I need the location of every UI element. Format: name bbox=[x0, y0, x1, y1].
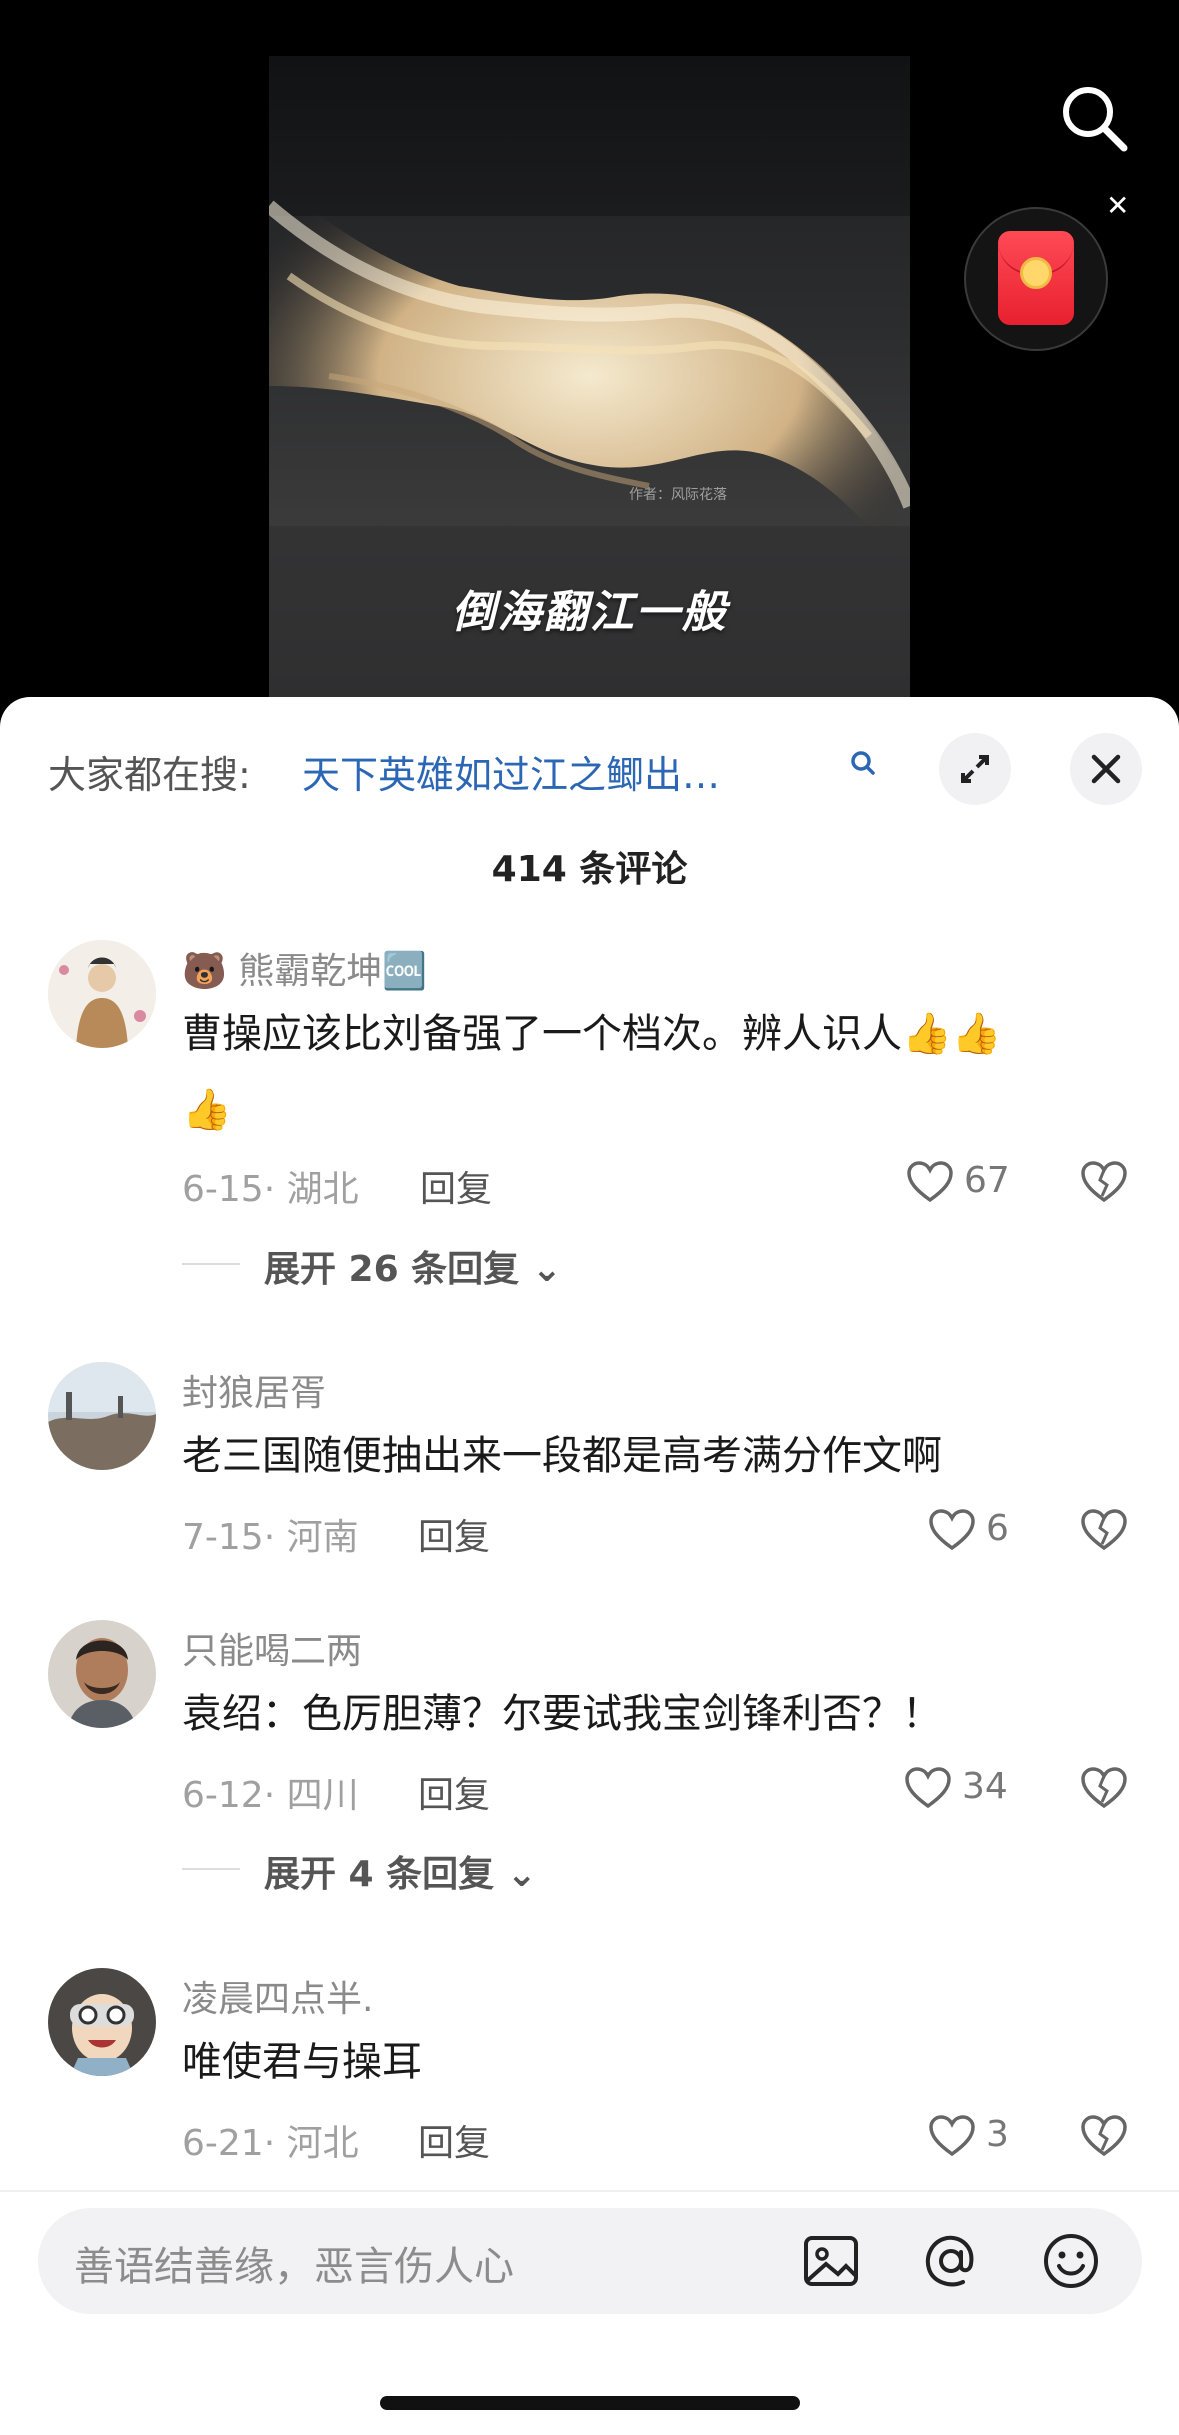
comment-username[interactable]: 🐻 熊霸乾坤🆒 bbox=[182, 942, 427, 994]
broken-heart-icon[interactable] bbox=[1080, 1160, 1128, 1204]
comment-count: 414 条评论 bbox=[491, 849, 688, 890]
reply-button[interactable]: 回复 bbox=[418, 1766, 490, 1818]
heart-icon[interactable] bbox=[928, 1508, 976, 1552]
comment-date-location: 6-15· 湖北 bbox=[182, 1169, 359, 1210]
broken-heart-icon[interactable] bbox=[1080, 1766, 1128, 1810]
video-watermark: 作者：风际花落 bbox=[629, 487, 727, 503]
avatar[interactable] bbox=[48, 1620, 156, 1728]
at-icon[interactable] bbox=[920, 2230, 982, 2292]
comment-date-location: 7-15· 河南 bbox=[182, 1517, 359, 1558]
avatar[interactable] bbox=[48, 1362, 156, 1470]
thumbs-up-icon: 👍 bbox=[182, 1087, 232, 1133]
emoji-icon[interactable] bbox=[1040, 2230, 1102, 2292]
expand-panel-button[interactable] bbox=[939, 733, 1011, 805]
comment-text-body: 曹操应该比刘备强了一个档次。辨人识人 bbox=[182, 1011, 902, 1057]
like-count: 3 bbox=[986, 2114, 1009, 2155]
expand-icon bbox=[961, 755, 989, 783]
close-icon[interactable]: ✕ bbox=[1106, 192, 1129, 220]
comment-text: 曹操应该比刘备强了一个档次。辨人识人👍👍 👍 bbox=[182, 996, 1132, 1148]
comment-input-placeholder[interactable]: 善语结善缘，恶言伤人心 bbox=[74, 2234, 514, 2292]
search-small-icon[interactable] bbox=[848, 748, 878, 778]
chevron-down-icon: ⌄ bbox=[506, 1854, 537, 1895]
divider bbox=[182, 1868, 240, 1870]
heart-icon[interactable] bbox=[904, 1766, 952, 1810]
comment-date-location: 6-12· 四川 bbox=[182, 1775, 359, 1816]
reply-button[interactable]: 回复 bbox=[418, 2114, 490, 2166]
comment-username[interactable]: 封狼居胥 bbox=[182, 1364, 326, 1416]
image-icon[interactable] bbox=[800, 2230, 862, 2292]
expand-replies-label: 展开 26 条回复 bbox=[264, 1249, 520, 1290]
video-subtitle: 倒海翻江一般 bbox=[451, 587, 728, 638]
comment-panel bbox=[0, 697, 1179, 2435]
like-count: 67 bbox=[964, 1160, 1010, 1201]
divider bbox=[0, 2190, 1179, 2192]
video-player[interactable]: 作者：风际花落 倒海翻江一般 ✕ bbox=[0, 0, 1179, 720]
thumbs-up-icon: 👍👍 bbox=[902, 1011, 1002, 1057]
heart-icon[interactable] bbox=[906, 1160, 954, 1204]
trending-search-link[interactable]: 天下英雄如过江之鲫出… bbox=[302, 744, 720, 799]
expand-replies-label: 展开 4 条回复 bbox=[264, 1854, 495, 1895]
like-count: 34 bbox=[962, 1766, 1008, 1807]
divider bbox=[182, 1263, 240, 1265]
comment-text: 唯使君与操耳 bbox=[182, 2039, 422, 2085]
avatar[interactable] bbox=[48, 1968, 156, 2076]
comment-text: 老三国随便抽出来一段都是高考满分作文啊 bbox=[182, 1433, 942, 1479]
broken-heart-icon[interactable] bbox=[1080, 2114, 1128, 2158]
like-count: 6 bbox=[986, 1508, 1009, 1549]
search-icon[interactable] bbox=[1058, 82, 1130, 154]
red-envelope-icon bbox=[998, 231, 1074, 325]
expand-replies-button[interactable]: 展开 4 条回复 ⌄ bbox=[264, 1845, 537, 1897]
home-indicator[interactable] bbox=[380, 2396, 800, 2410]
heart-icon[interactable] bbox=[928, 2114, 976, 2158]
chevron-down-icon: ⌄ bbox=[531, 1249, 562, 1290]
close-icon bbox=[1091, 754, 1121, 784]
avatar[interactable] bbox=[48, 940, 156, 1048]
comment-username[interactable]: 只能喝二两 bbox=[182, 1622, 362, 1674]
comment-date-location: 6-21· 河北 bbox=[182, 2123, 359, 2164]
trending-prefix: 大家都在搜: bbox=[48, 753, 251, 797]
reply-button[interactable]: 回复 bbox=[418, 1508, 490, 1560]
reply-button[interactable]: 回复 bbox=[420, 1160, 492, 1212]
video-frame[interactable]: 作者：风际花落 倒海翻江一般 bbox=[269, 56, 910, 716]
red-envelope-button[interactable] bbox=[964, 207, 1108, 351]
comment-text: 袁绍：色厉胆薄？尔要试我宝剑锋利否？！ bbox=[182, 1691, 942, 1737]
broken-heart-icon[interactable] bbox=[1080, 1508, 1128, 1552]
expand-replies-button[interactable]: 展开 26 条回复 ⌄ bbox=[264, 1240, 562, 1292]
comment-username[interactable]: 凌晨四点半. bbox=[182, 1970, 373, 2022]
close-panel-button[interactable] bbox=[1070, 733, 1142, 805]
